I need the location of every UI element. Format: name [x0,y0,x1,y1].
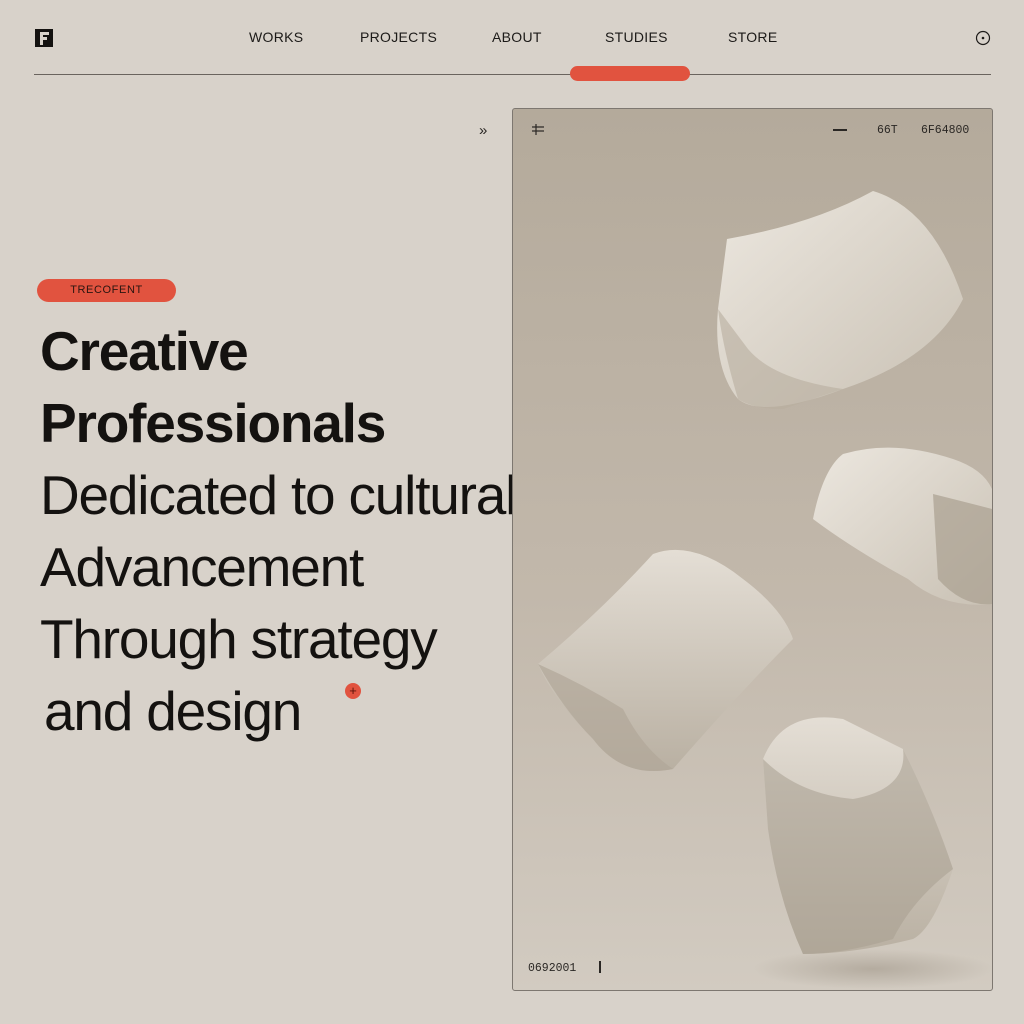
menu-icon[interactable] [531,123,545,137]
minus-icon[interactable] [833,129,847,131]
floating-shapes-illustration [538,191,992,989]
headline-line-5: Through strategy [40,608,438,670]
panel-footer-code: 0692001 [528,962,577,975]
clock-icon[interactable] [975,30,991,46]
plus-badge[interactable]: + [345,683,361,699]
nav-store[interactable]: STORE [728,29,777,45]
hero-tag: TRECOFENT [37,279,176,302]
panel-code-1: 66T [877,124,898,137]
headline-line-3: Dedicated to cultural [40,464,517,526]
nav-about[interactable]: ABOUT [492,29,542,45]
double-chevron-right-icon[interactable]: » [479,122,487,139]
headline-line-6: and design [44,680,302,742]
panel-code-2: 6F64800 [921,124,970,137]
header-divider [34,74,991,75]
brand-logo-icon[interactable] [34,28,54,48]
headline-line-4: Advancement [40,536,364,598]
nav-works[interactable]: WORKS [249,29,303,45]
headline-line-1: Creative [40,320,249,382]
panel-footer-divider [599,961,601,973]
headline-line-2: Professionals [40,392,386,454]
active-nav-indicator [570,66,690,81]
nav-projects[interactable]: PROJECTS [360,29,437,45]
nav-studies[interactable]: STUDIES [605,29,668,45]
image-panel: 66T 6F64800 0692001 [512,108,993,991]
